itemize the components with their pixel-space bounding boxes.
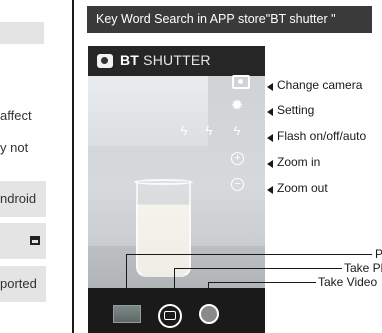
- callout-line-video-h: [208, 282, 316, 283]
- shutter-inner-icon: [164, 311, 176, 320]
- app-title: BT SHUTTER: [120, 52, 211, 68]
- left-text-android: ndroid: [0, 191, 37, 206]
- camera-shutter-icon[interactable]: [158, 304, 182, 328]
- arrow-setting: [267, 108, 273, 116]
- left-text-affect: affect: [0, 108, 32, 123]
- callout-line-video-v: [208, 282, 209, 302]
- label-take-photo: Take Pl: [344, 261, 382, 275]
- label-flash: Flash on/off/auto: [277, 129, 367, 143]
- callout-line-preview-h: [126, 254, 372, 255]
- label-change-camera: Change camera: [277, 78, 363, 92]
- label-setting: Setting: [277, 103, 315, 117]
- video-record-icon[interactable]: [199, 304, 219, 324]
- label-zoom-out: Zoom out: [277, 181, 328, 195]
- left-device-icon: [30, 236, 40, 245]
- flash-auto-icon[interactable]: ϟ: [176, 123, 192, 139]
- arrow-flash: [267, 134, 273, 142]
- label-preview: P: [375, 247, 382, 261]
- left-gray-bar-top: [0, 22, 44, 44]
- camera-switch-icon[interactable]: [232, 75, 250, 89]
- glass-of-milk: [136, 181, 191, 277]
- flash-off-icon[interactable]: ϟ: [201, 123, 217, 139]
- arrow-zoom-in: [267, 160, 273, 168]
- gear-icon[interactable]: ✹: [229, 98, 245, 114]
- left-text-supported: ported: [0, 276, 37, 291]
- zoom-out-icon[interactable]: −: [231, 178, 244, 191]
- label-take-video: Take Video: [318, 275, 378, 289]
- callout-line-preview-v: [126, 254, 127, 302]
- left-text-not: y not: [0, 140, 29, 155]
- callout-line-photo-v: [174, 268, 175, 302]
- flash-icon[interactable]: ϟ: [229, 123, 245, 139]
- left-box-icon: [0, 223, 46, 259]
- search-instruction-banner: Key Word Search in APP store"BT shutter …: [87, 6, 372, 33]
- label-zoom-in: Zoom in: [277, 155, 321, 169]
- left-box-supported: ported: [0, 266, 46, 302]
- zoom-in-icon[interactable]: +: [231, 152, 244, 165]
- column-divider: [72, 0, 74, 333]
- arrow-change-camera: [267, 83, 273, 91]
- photo-preview-thumbnail[interactable]: [113, 305, 141, 323]
- arrow-zoom-out: [267, 186, 273, 194]
- left-box-android: ndroid: [0, 181, 46, 217]
- app-logo-icon: [97, 54, 113, 68]
- callout-line-photo-h: [174, 268, 342, 269]
